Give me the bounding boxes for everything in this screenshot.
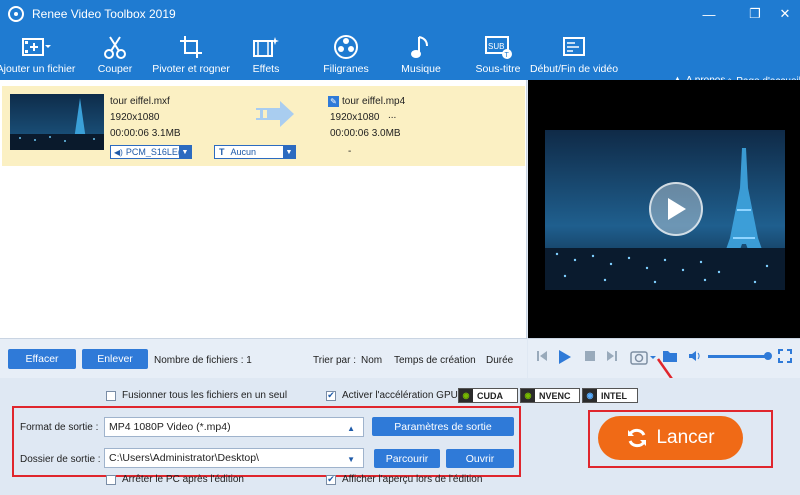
window-title: Renee Video Toolbox 2019 — [32, 7, 176, 21]
remove-button[interactable]: Enlever — [82, 349, 148, 369]
preview-frame — [545, 130, 785, 290]
checkbox-box[interactable]: ✔ — [326, 474, 336, 485]
intro-outro-icon — [559, 33, 589, 61]
effects-icon — [251, 33, 281, 61]
output-settings-box: Format de sortie : MP4 1080P Video (*.mp… — [12, 406, 521, 477]
intel-badge: ◉ INTEL — [582, 388, 638, 403]
subtitle-icon: SUB T — [483, 33, 513, 61]
nvidia-icon: ◉ — [459, 389, 473, 402]
next-icon[interactable] — [606, 349, 618, 366]
file-row[interactable]: tour eiffel.mxf 1920x1080 00:00:06 3.1MB… — [2, 86, 525, 166]
music-button[interactable]: Musique — [400, 28, 442, 80]
convert-arrow-icon — [256, 101, 296, 130]
source-resolution: 1920x1080 — [110, 112, 160, 123]
volume-slider-handle[interactable] — [764, 352, 772, 360]
fullscreen-icon[interactable] — [778, 349, 792, 366]
title-bar: Renee Video Toolbox 2019 — ❐ ✕ — [0, 0, 800, 28]
volume-slider[interactable] — [708, 352, 772, 360]
source-filename: tour eiffel.mxf — [110, 96, 170, 107]
toolbar: Ajouter un fichier Couper Pivoter et rog… — [0, 28, 800, 88]
previous-icon[interactable] — [536, 349, 548, 366]
intro-outro-button[interactable]: Début/Fin de vidéo — [530, 28, 618, 80]
subtitle-select[interactable]: T Aucun ▼ — [214, 145, 296, 159]
svg-text:SUB: SUB — [488, 42, 504, 51]
cut-button[interactable]: Couper — [90, 28, 140, 80]
chevron-down-icon: ▼ — [179, 146, 191, 158]
clear-button[interactable]: Effacer — [8, 349, 76, 369]
watermark-icon — [331, 33, 361, 61]
watermark-button[interactable]: Filigranes — [322, 28, 370, 80]
svg-text:T: T — [505, 52, 510, 59]
output-filename-row[interactable]: ✎ tour eiffel.mp4 — [328, 96, 405, 107]
launch-button[interactable]: Lancer — [598, 416, 743, 460]
music-note-icon — [406, 33, 436, 61]
open-button[interactable]: Ouvrir — [446, 449, 514, 468]
effects-button[interactable]: Effets — [246, 28, 286, 80]
sort-by-name[interactable]: Nom — [361, 355, 382, 366]
output-resolution: 1920x1080 — [330, 112, 380, 123]
add-file-icon — [21, 33, 51, 61]
output-folder-select[interactable]: C:\Users\Administrator\Desktop\ ▼ — [104, 448, 364, 468]
file-list: tour eiffel.mxf 1920x1080 00:00:06 3.1MB… — [0, 80, 527, 338]
output-info: 00:00:06 3.0MB — [330, 128, 401, 139]
chevron-down-icon: ▼ — [347, 455, 355, 464]
output-format-select[interactable]: MP4 1080P Video (*.mp4) ▲ — [104, 417, 364, 437]
sort-by-duration[interactable]: Durée — [486, 355, 513, 366]
output-filename: tour eiffel.mp4 — [342, 96, 406, 107]
audio-track-select[interactable]: ◀) PCM_S16LE(S ▼ — [110, 145, 192, 159]
subtitle-button[interactable]: SUB T Sous-titre — [474, 28, 522, 80]
checkbox-box[interactable]: ✔ — [326, 390, 336, 401]
source-info: 00:00:06 3.1MB — [110, 128, 181, 139]
browse-button[interactable]: Parcourir — [374, 449, 440, 468]
app-logo-icon — [8, 6, 24, 22]
preview-edit-checkbox[interactable]: ✔ Afficher l'aperçu lors de l'édition — [326, 474, 482, 485]
file-count: Nombre de fichiers : 1 — [154, 355, 252, 366]
play-icon[interactable] — [558, 349, 572, 368]
output-settings-button[interactable]: Paramètres de sortie — [372, 417, 514, 436]
cuda-badge: ◉ CUDA — [458, 388, 518, 403]
refresh-icon — [628, 428, 647, 448]
minimize-button[interactable]: — — [694, 0, 724, 28]
restore-button[interactable]: ❐ — [740, 0, 770, 28]
play-overlay-button[interactable] — [649, 182, 703, 236]
crop-rotate-icon — [176, 33, 206, 61]
folder-label: Dossier de sortie : — [20, 454, 101, 465]
file-list-controls: Effacer Enlever Nombre de fichiers : 1 T… — [0, 338, 527, 378]
add-file-button[interactable]: Ajouter un fichier — [0, 28, 75, 80]
edit-icon: ✎ — [328, 96, 339, 107]
output-more-button[interactable]: ... — [388, 110, 396, 121]
intel-icon: ◉ — [583, 389, 597, 402]
sort-label: Trier par : — [313, 355, 356, 366]
sort-by-time[interactable]: Temps de création — [394, 355, 476, 366]
rotate-crop-button[interactable]: Pivoter et rogner — [152, 28, 230, 80]
nvidia-icon: ◉ — [521, 389, 535, 402]
chevron-down-icon: ▼ — [283, 146, 295, 158]
stop-icon[interactable] — [584, 349, 596, 366]
video-thumbnail — [10, 94, 104, 150]
video-preview[interactable] — [528, 80, 800, 338]
checkbox-box[interactable] — [106, 474, 116, 485]
audio-icon: ◀) — [114, 147, 123, 157]
close-button[interactable]: ✕ — [770, 0, 800, 28]
shutdown-checkbox[interactable]: Arrêter le PC après l'édition — [106, 474, 244, 485]
nvenc-badge: ◉ NVENC — [520, 388, 580, 403]
checkbox-box[interactable] — [106, 390, 116, 401]
scissors-icon — [100, 33, 130, 61]
gpu-checkbox[interactable]: ✔ Activer l'accélération GPU — [326, 390, 458, 401]
play-icon — [668, 198, 686, 220]
format-label: Format de sortie : — [20, 422, 99, 433]
chevron-up-icon: ▲ — [347, 424, 355, 433]
merge-checkbox[interactable]: Fusionner tous les fichiers en un seul — [106, 390, 287, 401]
subtitle-dash: - — [348, 146, 352, 157]
